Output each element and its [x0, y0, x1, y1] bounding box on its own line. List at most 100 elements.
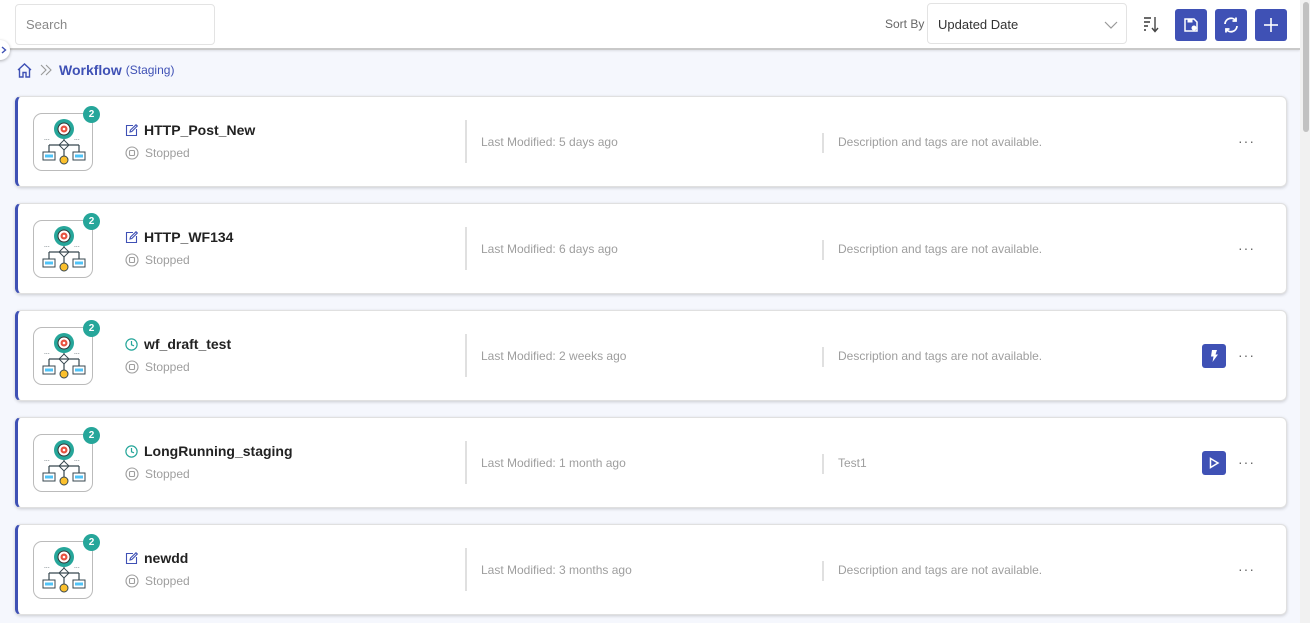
top-toolbar: Sort By Updated Date — [0, 0, 1300, 50]
more-options-button[interactable]: ··· — [1238, 347, 1255, 363]
column-divider — [465, 441, 467, 484]
last-modified: Last Modified: 6 days ago — [481, 242, 618, 256]
workflow-status-row: Stopped — [125, 253, 190, 267]
workflow-status-row: Stopped — [125, 146, 190, 160]
workflow-name[interactable]: HTTP_WF134 — [144, 229, 233, 245]
edit-icon — [125, 551, 138, 564]
stop-status-icon — [125, 360, 139, 374]
breadcrumb-title: Workflow — [59, 62, 122, 78]
last-modified: Last Modified: 3 months ago — [481, 563, 632, 577]
column-divider — [822, 347, 824, 367]
workflow-thumbnail: ··· ··· — [33, 113, 93, 171]
last-modified: Last Modified: 1 month ago — [481, 456, 626, 470]
version-badge: 2 — [83, 427, 100, 444]
save-settings-button[interactable] — [1175, 9, 1207, 41]
version-badge: 2 — [83, 534, 100, 551]
workflow-diagram-icon: ··· ··· — [42, 547, 86, 593]
chevron-down-icon — [1104, 21, 1118, 29]
stop-status-icon — [125, 146, 139, 160]
svg-text:···: ··· — [74, 137, 80, 144]
sort-by-value: Updated Date — [938, 17, 1019, 32]
more-options-button[interactable]: ··· — [1238, 561, 1255, 577]
workflow-diagram-icon: ··· ··· — [42, 440, 86, 486]
workflow-description: Description and tags are not available. — [838, 135, 1043, 149]
workflow-description: Description and tags are not available. — [838, 349, 1043, 363]
workflow-status: Stopped — [145, 360, 190, 374]
workflow-status: Stopped — [145, 467, 190, 481]
workflow-name[interactable]: HTTP_Post_New — [144, 122, 255, 138]
column-divider — [465, 120, 467, 163]
stop-status-icon — [125, 574, 139, 588]
workflow-name-row: LongRunning_staging — [125, 443, 293, 459]
workflow-description: Description and tags are not available. — [838, 242, 1043, 256]
last-modified: Last Modified: 2 weeks ago — [481, 349, 627, 363]
chevron-right-icon — [1, 46, 7, 54]
add-button[interactable] — [1255, 9, 1287, 41]
workflow-thumbnail: ··· ··· — [33, 327, 93, 385]
svg-text:···: ··· — [74, 458, 80, 465]
run-button[interactable] — [1202, 451, 1226, 475]
more-options-button[interactable]: ··· — [1238, 133, 1255, 149]
search-box[interactable] — [15, 4, 215, 45]
workflow-card[interactable]: ··· ··· 2 HTTP_WF134 Stopped Last Modifi… — [15, 203, 1287, 294]
plus-icon — [1264, 18, 1278, 32]
workflow-name[interactable]: newdd — [144, 550, 188, 566]
workflow-card[interactable]: ··· ··· 2 newdd Stopped Last Modified: 3… — [15, 524, 1287, 615]
svg-text:···: ··· — [44, 565, 50, 572]
workflow-status-row: Stopped — [125, 467, 190, 481]
workflow-status: Stopped — [145, 253, 190, 267]
workflow-status-row: Stopped — [125, 574, 190, 588]
workflow-diagram-icon: ··· ··· — [42, 119, 86, 165]
sort-by-label: Sort By — [885, 17, 925, 31]
workflow-thumbnail: ··· ··· — [33, 434, 93, 492]
svg-text:···: ··· — [74, 565, 80, 572]
trigger-button[interactable] — [1202, 344, 1226, 368]
more-options-button[interactable]: ··· — [1238, 454, 1255, 470]
refresh-icon — [1224, 17, 1238, 33]
workflow-name[interactable]: wf_draft_test — [144, 336, 231, 352]
workflow-thumbnail: ··· ··· — [33, 541, 93, 599]
workflow-name[interactable]: LongRunning_staging — [144, 443, 293, 459]
last-modified: Last Modified: 5 days ago — [481, 135, 618, 149]
more-options-button[interactable]: ··· — [1238, 240, 1255, 256]
workflow-diagram-icon: ··· ··· — [42, 333, 86, 379]
sort-direction-icon[interactable] — [1142, 14, 1160, 34]
clock-icon — [125, 337, 138, 351]
double-chevron-right-icon — [40, 64, 52, 76]
breadcrumb: Workflow (Staging) — [16, 62, 174, 78]
refresh-button[interactable] — [1215, 9, 1247, 41]
edit-icon — [125, 230, 138, 243]
column-divider — [822, 454, 824, 474]
workflow-diagram-icon: ··· ··· — [42, 226, 86, 272]
workflow-list: ··· ··· 2 HTTP_Post_New Stopped Last Mod… — [15, 96, 1287, 623]
column-divider — [822, 133, 824, 153]
sort-by-select[interactable]: Updated Date — [927, 3, 1127, 44]
workflow-card[interactable]: ··· ··· 2 wf_draft_test Stopped Last Mod… — [15, 310, 1287, 401]
svg-text:···: ··· — [74, 351, 80, 358]
lightning-icon — [1211, 350, 1218, 362]
svg-text:···: ··· — [44, 137, 50, 144]
workflow-status: Stopped — [145, 574, 190, 588]
scrollbar-thumb[interactable] — [1303, 2, 1309, 132]
workflow-description: Description and tags are not available. — [838, 563, 1043, 577]
workflow-status: Stopped — [145, 146, 190, 160]
svg-text:···: ··· — [74, 244, 80, 251]
scrollbar[interactable] — [1300, 0, 1310, 623]
workflow-card[interactable]: ··· ··· 2 LongRunning_staging Stopped La… — [15, 417, 1287, 508]
home-icon[interactable] — [16, 62, 33, 78]
column-divider — [465, 227, 467, 270]
save-gear-icon — [1184, 18, 1198, 32]
column-divider — [465, 334, 467, 377]
workflow-card[interactable]: ··· ··· 2 HTTP_Post_New Stopped Last Mod… — [15, 96, 1287, 187]
workflow-thumbnail: ··· ··· — [33, 220, 93, 278]
workflow-description: Test1 — [838, 456, 867, 470]
stop-status-icon — [125, 253, 139, 267]
workflow-name-row: newdd — [125, 550, 188, 566]
column-divider — [822, 561, 824, 581]
clock-icon — [125, 444, 138, 458]
workflow-name-row: HTTP_Post_New — [125, 122, 255, 138]
search-input[interactable] — [16, 5, 214, 44]
workflow-name-row: HTTP_WF134 — [125, 229, 233, 245]
workflow-status-row: Stopped — [125, 360, 190, 374]
edit-icon — [125, 123, 138, 136]
